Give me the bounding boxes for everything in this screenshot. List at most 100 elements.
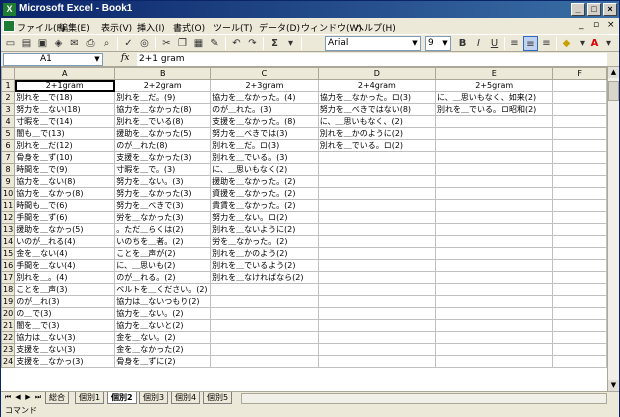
sheet-tab[interactable]: 個別5 — [203, 392, 233, 404]
row-header[interactable]: 11 — [1, 199, 16, 212]
excel-icon[interactable]: X — [3, 3, 16, 16]
cell[interactable]: 協力は＿ないつもり(2) — [114, 295, 212, 308]
fill-color-icon[interactable]: ◆ — [559, 36, 574, 51]
cell[interactable]: 努力を＿なかった(3) — [114, 187, 212, 200]
scroll-up-icon[interactable]: ▲ — [608, 67, 619, 78]
row-header[interactable]: 6 — [1, 139, 16, 152]
doc-restore-button[interactable]: ▫ — [593, 20, 599, 30]
bold-button[interactable]: B — [455, 36, 470, 51]
cell[interactable]: 手間を＿ない(4) — [14, 259, 116, 272]
cell[interactable]: 別れを＿。(4) — [14, 271, 116, 284]
row-header[interactable]: 24 — [1, 355, 16, 368]
cell[interactable]: 2+3gram — [210, 79, 319, 92]
cell[interactable] — [434, 247, 554, 260]
row-header[interactable]: 18 — [1, 283, 16, 296]
prev-sheet-icon[interactable]: ◀ — [13, 393, 23, 401]
cell[interactable] — [552, 295, 607, 308]
cell[interactable] — [434, 307, 554, 320]
cell[interactable] — [434, 115, 554, 128]
cell[interactable]: 2+4gram — [317, 79, 436, 92]
cell[interactable]: 支援を＿ない(3) — [14, 343, 116, 356]
cell[interactable] — [434, 211, 554, 224]
cell[interactable] — [434, 151, 554, 164]
cell[interactable]: 協力を＿なかった。ロ(3) — [317, 91, 436, 104]
row-header[interactable]: 4 — [1, 115, 16, 128]
cell[interactable]: 資援を＿なかった。(2) — [210, 187, 319, 200]
cell[interactable]: に、＿思いもなく、如来(2) — [434, 91, 554, 104]
cell[interactable]: 別れを＿でいる(8) — [114, 115, 212, 128]
cell[interactable] — [434, 187, 554, 200]
sheet-tab[interactable]: 個別1 — [75, 392, 105, 404]
print-preview-icon[interactable]: ⌕ — [99, 36, 114, 51]
underline-button[interactable]: U — [487, 36, 502, 51]
column-header[interactable]: F — [552, 67, 607, 80]
close-button[interactable]: × — [603, 3, 617, 16]
cell[interactable]: 労を＿なかった(3) — [114, 211, 212, 224]
cell[interactable] — [434, 331, 554, 344]
cell[interactable] — [317, 283, 436, 296]
cell[interactable]: 協力を＿なかった。(4) — [210, 91, 319, 104]
cell[interactable]: 努力を＿ない。ロ(2) — [210, 211, 319, 224]
cell[interactable]: 骨身を＿ずに(2) — [114, 355, 212, 368]
save-icon[interactable]: ▣ — [35, 36, 50, 51]
cell[interactable] — [552, 235, 607, 248]
cell[interactable] — [317, 259, 436, 272]
cell[interactable]: 支援を＿なかった。(8) — [210, 115, 319, 128]
row-header[interactable]: 8 — [1, 163, 16, 176]
font-name-box[interactable]: Arial ▼ — [325, 36, 421, 51]
cell[interactable] — [434, 163, 554, 176]
chevron-down-icon[interactable]: ▼ — [92, 53, 102, 66]
cell[interactable]: 2+5gram — [434, 79, 554, 92]
cell[interactable]: 。ただ＿らくは(2) — [114, 223, 212, 236]
cell[interactable] — [317, 187, 436, 200]
cell[interactable]: 2+2gram — [114, 79, 212, 92]
cell[interactable]: ことを＿声(3) — [14, 283, 116, 296]
row-header[interactable]: 9 — [1, 175, 16, 188]
cell[interactable] — [552, 283, 607, 296]
cell[interactable]: 努力を＿べきで(3) — [114, 199, 212, 212]
cell[interactable]: 別れを＿なければなら(2) — [210, 271, 319, 284]
permission-icon[interactable]: ◈ — [51, 36, 66, 51]
cell[interactable] — [434, 127, 554, 140]
cell[interactable]: 別れを＿だ。ロ(3) — [210, 139, 319, 152]
cell[interactable]: 別れを＿でいる。ロ昭和(2) — [434, 103, 554, 116]
redo-icon[interactable]: ↷ — [245, 36, 260, 51]
font-color-dropdown-icon[interactable]: ▾ — [601, 36, 616, 51]
chevron-down-icon[interactable]: ▼ — [410, 37, 420, 50]
research-icon[interactable]: ◎ — [137, 36, 152, 51]
cell[interactable] — [317, 307, 436, 320]
cell[interactable]: 寸暇を＿で。(3) — [114, 163, 212, 176]
row-header[interactable]: 16 — [1, 259, 16, 272]
cell[interactable]: 努力を＿ない。(3) — [114, 175, 212, 188]
cell[interactable] — [552, 211, 607, 224]
autosum-dropdown-icon[interactable]: ▾ — [283, 36, 298, 51]
italic-button[interactable]: I — [471, 36, 486, 51]
cell[interactable] — [317, 343, 436, 356]
cell[interactable]: 努力を＿ない(18) — [14, 103, 116, 116]
cell[interactable]: 協力を＿なかった(8) — [114, 103, 212, 116]
cell[interactable] — [552, 91, 607, 104]
row-header[interactable]: 10 — [1, 187, 16, 200]
cell[interactable]: 別れを＿だ(12) — [14, 139, 116, 152]
cell[interactable] — [317, 331, 436, 344]
cell[interactable]: 協力を＿ない。(2) — [114, 307, 212, 320]
cell[interactable]: のが＿れた(8) — [114, 139, 212, 152]
cell[interactable] — [210, 355, 319, 368]
cell[interactable] — [552, 139, 607, 152]
cell[interactable] — [434, 175, 554, 188]
row-header[interactable]: 19 — [1, 295, 16, 308]
cell[interactable]: のが＿れた。(3) — [210, 103, 319, 116]
cell[interactable] — [434, 355, 554, 368]
cell[interactable] — [210, 343, 319, 356]
cell[interactable]: に、＿思いもなく(2) — [210, 163, 319, 176]
column-header[interactable]: A — [14, 67, 116, 80]
menu-item[interactable]: 挿入(I) — [137, 21, 165, 34]
row-header[interactable]: 20 — [1, 307, 16, 320]
cell[interactable]: 別れを＿かのように(2) — [317, 127, 436, 140]
cell[interactable]: 時間を＿で(9) — [14, 163, 116, 176]
cell[interactable]: 手間を＿ず(6) — [14, 211, 116, 224]
select-all-corner[interactable] — [1, 67, 16, 80]
copy-icon[interactable]: ❐ — [175, 36, 190, 51]
fx-icon[interactable]: fx — [121, 53, 129, 63]
column-header[interactable]: D — [317, 67, 436, 80]
